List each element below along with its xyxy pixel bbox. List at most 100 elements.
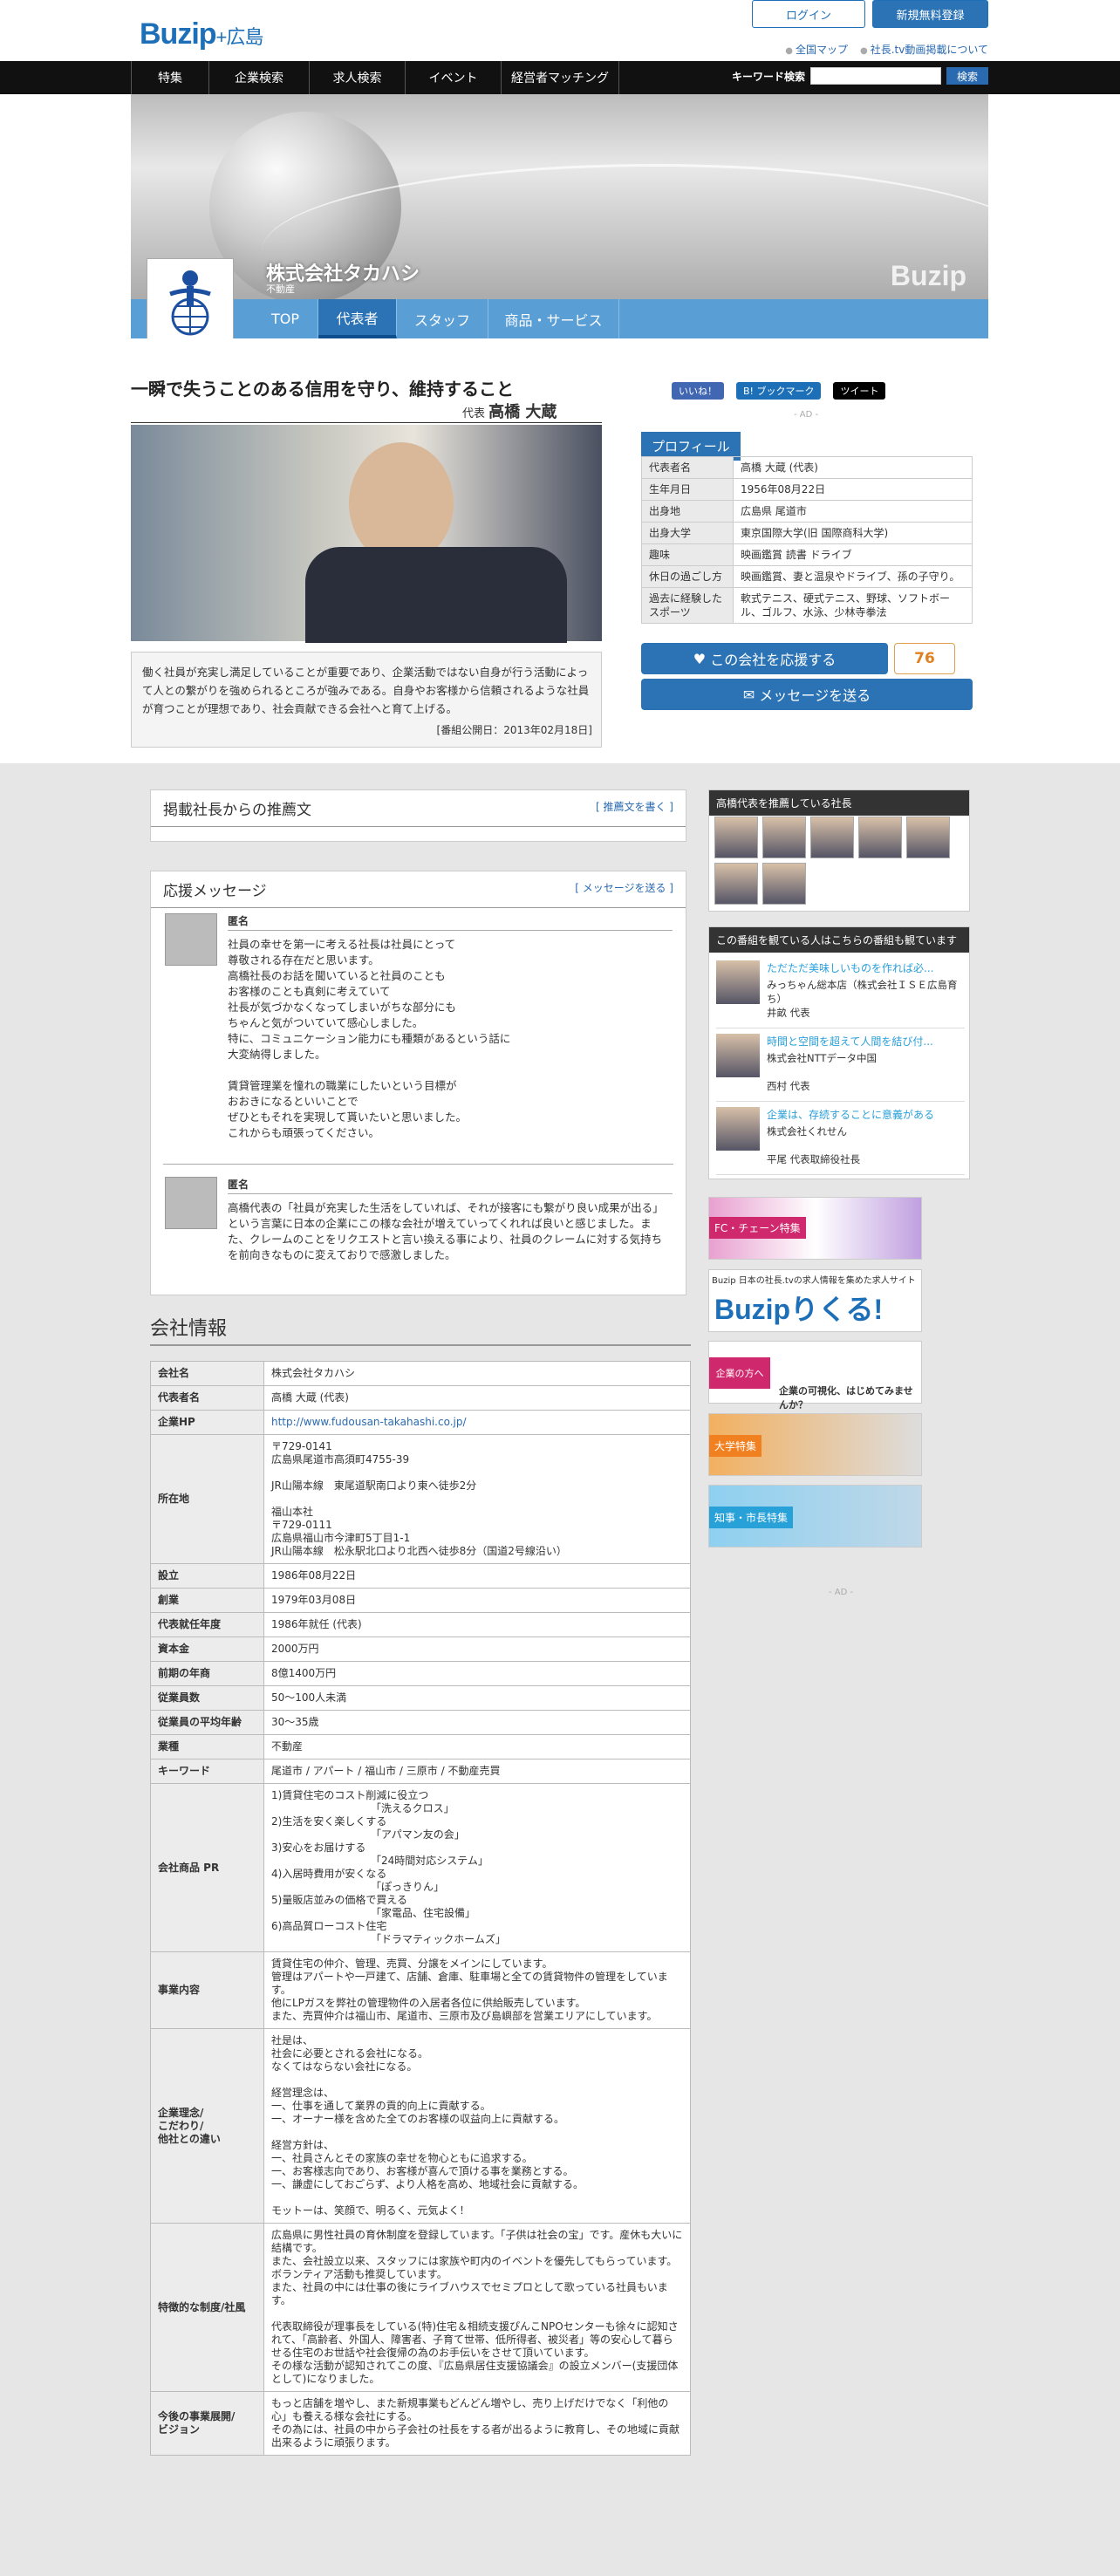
related-title[interactable]: ただただ美味しいものを作れば必... bbox=[767, 960, 963, 975]
company-info-table: 会社名 株式会社タカハシ 代表者名 高橋 大蔵 (代表) 企業HP http://www.… bbox=[150, 1361, 691, 2456]
info-value: 高橋 大蔵 (代表) bbox=[263, 1385, 691, 1411]
related-company: 株式会社くれせん bbox=[767, 1125, 847, 1138]
avatar bbox=[165, 1177, 217, 1229]
write-recommend-link[interactable]: [ 推薦文を書く ] bbox=[596, 799, 673, 814]
related-item[interactable]: 企業は、存続することに意義がある 株式会社くれせん 平尾 代表取締役社長 bbox=[716, 1107, 965, 1175]
like-button[interactable]: いいね！ bbox=[672, 382, 724, 400]
related-item[interactable]: ただただ美味しいものを作れば必... みっちゃん総本店（株式会社ＩＳＥ広島育ち）… bbox=[716, 960, 965, 1028]
fc-chain-banner[interactable]: FC・チェーン特集 bbox=[708, 1197, 922, 1260]
send-message-button[interactable]: ✉ メッセージを送る bbox=[641, 679, 973, 710]
profile-row: 出身大学 東京国際大学(旧 国際商科大学) bbox=[641, 522, 973, 544]
related-thumb bbox=[716, 960, 760, 1004]
message-author: 匿名 bbox=[228, 915, 249, 927]
profile-key: 出身地 bbox=[641, 500, 734, 523]
message-text: 社員の幸せを第一に考える社長は社員にとって 尊敬される存在だと思います。 高橋社… bbox=[228, 938, 511, 1139]
info-key: 代表者名 bbox=[150, 1385, 264, 1411]
info-key: 創業 bbox=[150, 1588, 264, 1613]
info-row: 所在地 〒729-0141 広島県尾道市高須町4755-39 JR山陽本線 東尾道… bbox=[150, 1434, 691, 1564]
info-value: 1986年08月22日 bbox=[263, 1563, 691, 1589]
company-hp-link[interactable]: http://www.fudousan-takahashi.co.jp/ bbox=[263, 1410, 691, 1435]
info-key: 会社名 bbox=[150, 1361, 264, 1386]
message-text: 高橋代表の「社員が充実した生活をしていれば、それが接客にも繋がり良い成果が出る」… bbox=[228, 1201, 664, 1261]
support-button[interactable]: ♥ この会社を応援する bbox=[641, 643, 888, 674]
info-row: 従業員の平均年齢 30〜35歳 bbox=[150, 1710, 691, 1735]
info-row: 会社商品 PR 1)賃貸住宅のコスト削減に役立つ 「洗えるクロス」 2)生活を安く… bbox=[150, 1783, 691, 1952]
info-row: 企業HP http://www.fudousan-takahashi.co.jp/ bbox=[150, 1410, 691, 1435]
info-value: 1)賃貸住宅のコスト削減に役立つ 「洗えるクロス」 2)生活を安く楽しくする 「… bbox=[263, 1783, 691, 1952]
info-key: 企業理念/ こだわり/ 他社との違い bbox=[150, 2028, 264, 2224]
recommender-avatar[interactable] bbox=[714, 863, 758, 905]
info-row: 今後の事業展開/ ビジョン もっと店舗を増やし、また新規事業もどんどん増やし、売り… bbox=[150, 2391, 691, 2456]
related-title[interactable]: 時間と空間を超えて人間を結び付... bbox=[767, 1034, 963, 1049]
info-value: 50〜100人未満 bbox=[263, 1685, 691, 1711]
profile-key: 休日の過ごし方 bbox=[641, 565, 734, 588]
related-title: この番組を観ている人はこちらの番組も観ています bbox=[709, 927, 969, 953]
recommender-avatar[interactable] bbox=[762, 863, 806, 905]
rep-name: 高橋 大蔵 bbox=[488, 403, 557, 421]
info-key: 資本金 bbox=[150, 1636, 264, 1662]
recommenders-title: 高橋代表を推薦している社長 bbox=[709, 790, 969, 816]
info-value: 不動産 bbox=[263, 1734, 691, 1759]
info-key: 従業員の平均年齢 bbox=[150, 1710, 264, 1735]
profile-value: 東京国際大学(旧 国際商科大学) bbox=[733, 522, 973, 544]
info-row: 業種 不動産 bbox=[150, 1734, 691, 1759]
related-person: 平尾 代表取締役社長 bbox=[767, 1153, 861, 1165]
hatena-button[interactable]: B! ブックマーク bbox=[736, 382, 822, 400]
info-row: 創業 1979年03月08日 bbox=[150, 1588, 691, 1613]
info-row: 代表就任年度 1986年就任 (代表) bbox=[150, 1612, 691, 1637]
info-key: キーワード bbox=[150, 1759, 264, 1784]
recommender-avatar[interactable] bbox=[906, 817, 950, 858]
profile-value: 軟式テニス、硬式テニス、野球、ソフトボール、ゴルフ、水泳、少林寺拳法 bbox=[733, 587, 973, 624]
university-banner[interactable]: 大学特集 bbox=[708, 1413, 922, 1476]
headline: 一瞬で失うことのある信用を守り、維持すること bbox=[131, 379, 514, 400]
related-title[interactable]: 企業は、存続することに意義がある bbox=[767, 1107, 963, 1122]
info-key: 企業HP bbox=[150, 1410, 264, 1435]
ad-label: - AD - bbox=[794, 410, 819, 420]
recommend-box: 掲載社長からの推薦文 [ 推薦文を書く ] bbox=[150, 789, 686, 842]
profile-value: 高橋 大蔵 (代表) bbox=[733, 456, 973, 479]
recommender-avatar[interactable] bbox=[810, 817, 854, 858]
profile-key: 代表者名 bbox=[641, 456, 734, 479]
representative-section: 一瞬で失うことのある信用を守り、維持すること 代表 高橋 大蔵 働く社員が充実し… bbox=[131, 0, 988, 763]
profile-value: 映画鑑賞 読書 ドライブ bbox=[733, 543, 973, 566]
related-company: 株式会社NTTデータ中国 bbox=[767, 1052, 877, 1064]
info-key: 特徴的な制度/社風 bbox=[150, 2223, 264, 2392]
profile-row: 趣味 映画鑑賞 読書 ドライブ bbox=[641, 543, 973, 566]
info-key: 今後の事業展開/ ビジョン bbox=[150, 2391, 264, 2456]
profile-key: 出身大学 bbox=[641, 522, 734, 544]
send-message-link[interactable]: [ メッセージを送る ] bbox=[575, 880, 673, 895]
recommender-avatar[interactable] bbox=[858, 817, 902, 858]
info-value: 〒729-0141 広島県尾道市高須町4755-39 JR山陽本線 東尾道駅南口… bbox=[263, 1434, 691, 1564]
rep-quote: 働く社員が充実し満足していることが重要であり、企業活動ではない自身が行う活動によ… bbox=[131, 652, 602, 748]
info-key: 会社商品 PR bbox=[150, 1783, 264, 1952]
recommender-avatar[interactable] bbox=[714, 817, 758, 858]
info-key: 業種 bbox=[150, 1734, 264, 1759]
info-value: 30〜35歳 bbox=[263, 1710, 691, 1735]
info-row: 設立 1986年08月22日 bbox=[150, 1563, 691, 1589]
related-item[interactable]: 時間と空間を超えて人間を結び付... 株式会社NTTデータ中国 西村 代表 bbox=[716, 1034, 965, 1102]
info-row: 従業員数 50〜100人未満 bbox=[150, 1685, 691, 1711]
recommender-avatar[interactable] bbox=[762, 817, 806, 858]
buzip-recruit-banner[interactable]: Buzip 日本の社長.tvの求人情報を集めた求人サイト Buzipりくる! bbox=[708, 1269, 922, 1332]
governor-banner[interactable]: 知事・市長特集 bbox=[708, 1485, 922, 1548]
profile-row: 出身地 広島県 尾道市 bbox=[641, 500, 973, 523]
for-companies-banner[interactable]: 企業の方へ 企業の可視化、はじめてみませんか？ bbox=[708, 1341, 922, 1411]
tweet-button[interactable]: ツイート bbox=[833, 382, 886, 400]
message-author: 匿名 bbox=[228, 1179, 249, 1191]
representative-photo bbox=[131, 425, 602, 643]
related-person: 井畝 代表 bbox=[767, 1007, 810, 1019]
rep-line: 代表 高橋 大蔵 bbox=[462, 403, 557, 421]
profile-row: 生年月日 1956年08月22日 bbox=[641, 478, 973, 501]
info-value: 尾道市 / アパート / 福山市 / 三原市 / 不動産売買 bbox=[263, 1759, 691, 1784]
recommenders-box: 高橋代表を推薦している社長 bbox=[708, 789, 970, 912]
info-key: 所在地 bbox=[150, 1434, 264, 1564]
content-area: 掲載社長からの推薦文 [ 推薦文を書く ] 応援メッセージ [ メッセージを送る… bbox=[0, 763, 1120, 2576]
profile-table: 代表者名 高橋 大蔵 (代表) 生年月日 1956年08月22日 出身地 広島県 尾道市出… bbox=[641, 456, 973, 624]
social-buttons: いいね！ B! ブックマーク ツイート bbox=[672, 382, 886, 400]
messages-box: 応援メッセージ [ メッセージを送る ] 匿名 社員の幸せを第一に考える社長は社… bbox=[150, 871, 686, 1295]
sidebar-ad-label: - AD - bbox=[829, 1588, 854, 1597]
profile-key: 過去に経験したスポーツ bbox=[641, 587, 734, 624]
info-key: 代表就任年度 bbox=[150, 1612, 264, 1637]
info-value: 賃貸住宅の仲介、管理、売買、分譲をメインにしています。 管理はアパートや一戸建て… bbox=[263, 1951, 691, 2029]
info-key: 従業員数 bbox=[150, 1685, 264, 1711]
